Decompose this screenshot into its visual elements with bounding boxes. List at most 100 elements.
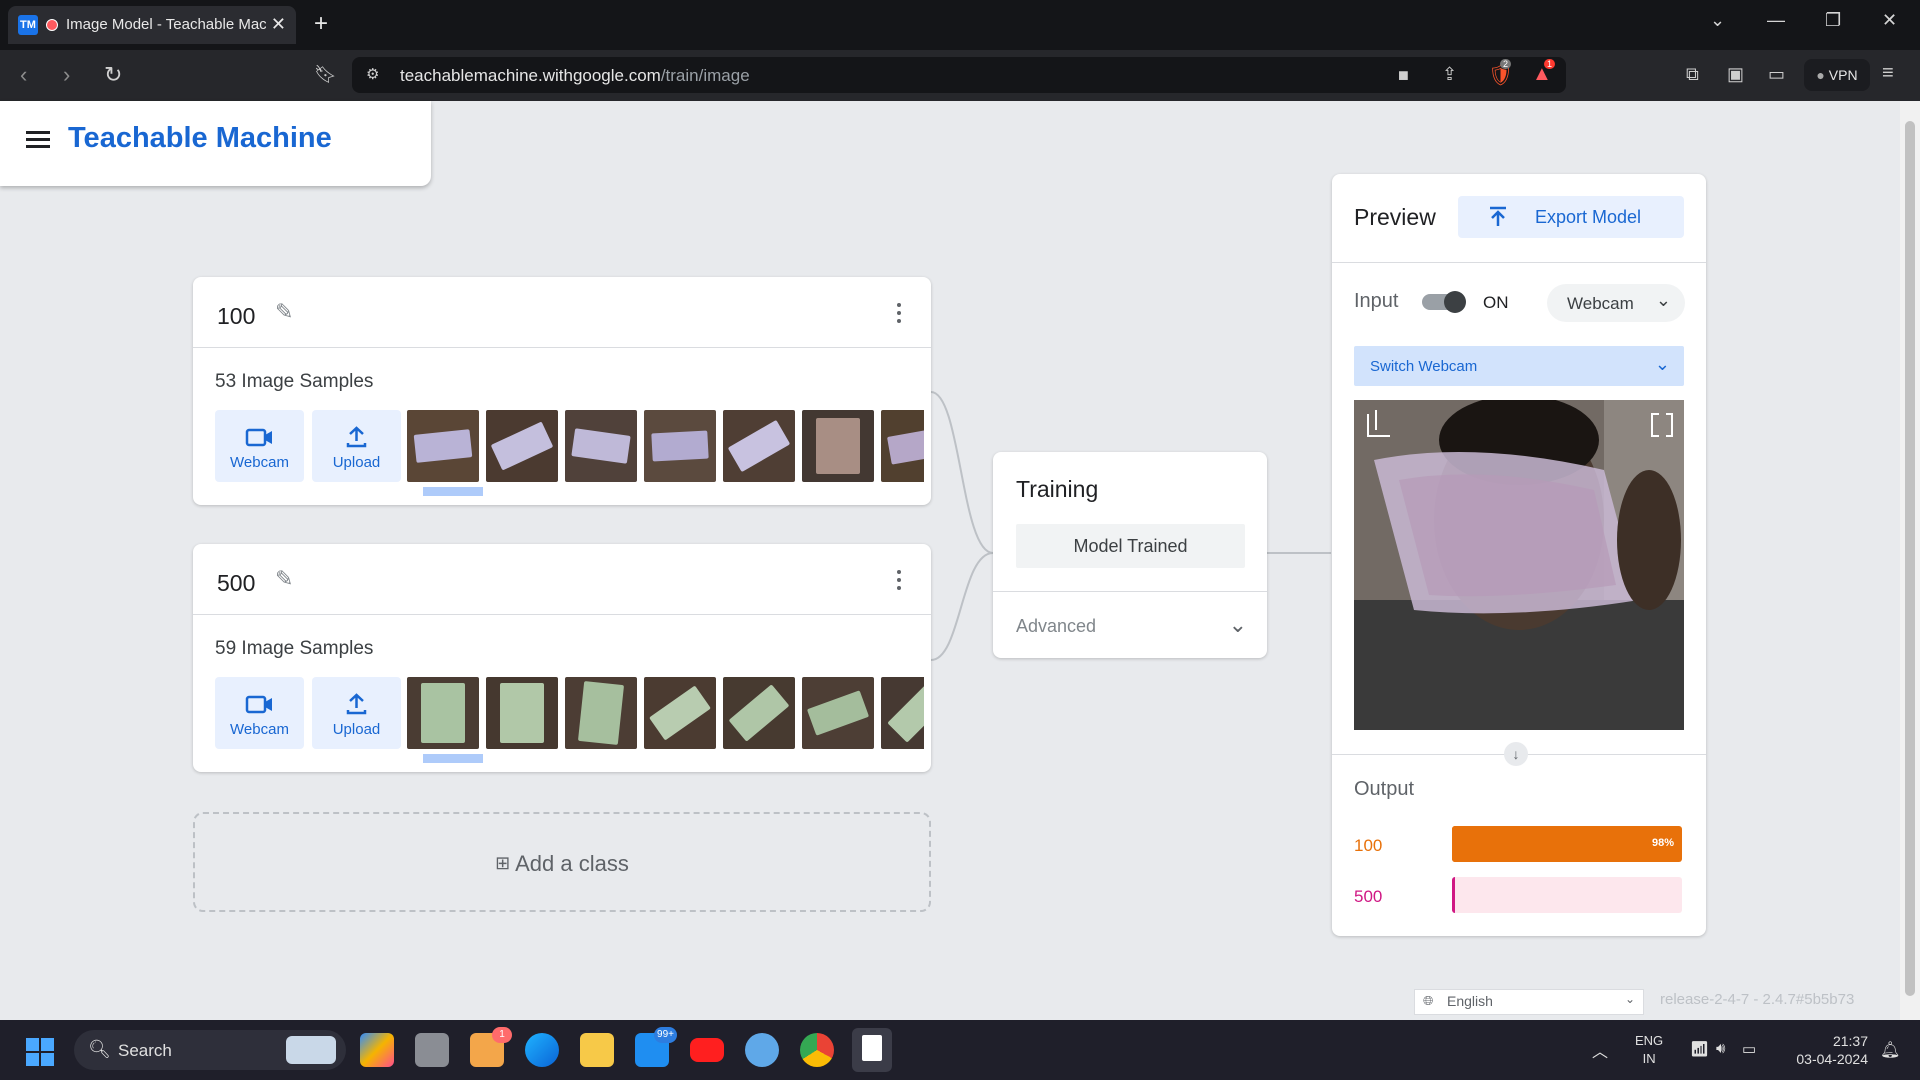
share-icon[interactable]: ⇪ (1442, 64, 1457, 85)
wallet-icon[interactable]: ▭ (1768, 64, 1785, 85)
thumbnail-scrollbar[interactable] (423, 754, 483, 763)
clock-date: 03-04-2024 (1796, 1051, 1868, 1067)
hamburger-menu-icon[interactable] (26, 131, 50, 149)
vpn-button[interactable]: ● VPN (1804, 59, 1870, 91)
sidebar-icon[interactable]: ▣ (1727, 64, 1744, 85)
task-view-icon[interactable] (415, 1033, 449, 1067)
tab-search-chevron-icon[interactable]: ⌄ (1710, 10, 1725, 31)
tray-overflow-icon[interactable]: ︿ (1592, 1038, 1608, 1062)
webcam-frame-image (1354, 400, 1684, 730)
sample-thumbnail[interactable] (881, 677, 924, 749)
chevron-down-icon[interactable]: ⌄ (1229, 612, 1247, 638)
video-camera-icon (245, 428, 272, 447)
edge-icon[interactable] (525, 1033, 559, 1067)
lang-line1: ENG (1635, 1033, 1664, 1048)
class-card: 500 ✎ 59 Image Samples Webcam Upload (193, 544, 931, 772)
recording-indicator-icon (46, 19, 58, 31)
sample-thumbnail[interactable] (486, 677, 558, 749)
taskbar-search[interactable]: 🔍︎ Search (74, 1030, 346, 1070)
bookmark-icon[interactable]: 🔖︎ (314, 64, 337, 85)
training-panel: Training Model Trained Advanced ⌄ (993, 452, 1267, 658)
sample-thumbnail[interactable] (486, 410, 558, 482)
browser-tab[interactable]: TM Image Model - Teachable Machine ✕ (8, 6, 296, 44)
sample-thumbnail[interactable] (407, 677, 479, 749)
brave-rewards-icon[interactable]: ▲ 1 (1532, 59, 1556, 86)
widgets-icon[interactable]: 1 (470, 1027, 512, 1067)
switch-webcam-label: Switch Webcam (1370, 358, 1478, 375)
add-class-button[interactable]: ⊞ Add a class (193, 812, 931, 912)
camera-icon[interactable]: ■ (1398, 65, 1409, 86)
input-toggle[interactable] (1422, 291, 1466, 313)
class-card-header: 100 ✎ (193, 277, 931, 348)
sample-thumbnail[interactable] (644, 677, 716, 749)
window-close-icon[interactable]: ✕ (1882, 10, 1897, 31)
sample-thumbnail[interactable] (644, 410, 716, 482)
edit-pencil-icon[interactable]: ✎ (275, 299, 293, 325)
chrome-icon[interactable] (800, 1033, 834, 1067)
sample-thumbnail[interactable] (802, 677, 874, 749)
model-trained-button[interactable]: Model Trained (1016, 524, 1245, 568)
file-explorer-icon[interactable] (580, 1033, 614, 1067)
advanced-toggle[interactable]: Advanced (1016, 616, 1096, 637)
export-model-label: Export Model (1535, 207, 1642, 227)
arrow-down-icon[interactable]: ↓ (1504, 742, 1528, 766)
edit-pencil-icon[interactable]: ✎ (275, 566, 293, 592)
back-icon[interactable]: ‹ (20, 62, 27, 88)
brave-shield-icon[interactable]: 🛡︎ 2 (1488, 59, 1513, 88)
confidence-fill (1452, 826, 1678, 862)
extensions-icon[interactable]: ⧉ (1686, 64, 1699, 85)
tab-title: Image Model - Teachable Machine (66, 16, 266, 33)
class-options-icon[interactable] (897, 303, 901, 327)
new-tab-icon[interactable]: + (314, 10, 328, 38)
sample-thumbnail[interactable] (723, 677, 795, 749)
class-options-icon[interactable] (897, 570, 901, 594)
sample-thumbnail[interactable] (723, 410, 795, 482)
sample-thumbnail[interactable] (407, 410, 479, 482)
reload-icon[interactable]: ↻ (104, 62, 122, 88)
url-text[interactable]: teachablemachine.withgoogle.com/train/im… (400, 66, 750, 86)
volume-icon[interactable]: 🔊︎ (1716, 1040, 1725, 1057)
sample-thumbnail[interactable] (565, 677, 637, 749)
active-app-button[interactable] (852, 1028, 892, 1072)
browser-toolbar: ‹ › ↻ 🔖︎ ⚙︎ teachablemachine.withgoogle.… (0, 50, 1920, 101)
menu-icon[interactable]: ≡ (1882, 62, 1894, 85)
minimize-icon[interactable]: — (1767, 10, 1785, 31)
sample-thumbnail[interactable] (802, 410, 874, 482)
app-title[interactable]: Teachable Machine (68, 122, 332, 155)
site-settings-icon[interactable]: ⚙︎ (366, 65, 379, 83)
restore-icon[interactable]: ❐ (1825, 10, 1841, 31)
scrollbar-thumb[interactable] (1905, 121, 1915, 996)
youtube-icon[interactable] (690, 1038, 724, 1062)
battery-icon[interactable]: ▭ (1742, 1040, 1756, 1058)
app-header: Teachable Machine (0, 101, 431, 186)
wifi-icon[interactable]: 📶︎ (1690, 1040, 1709, 1058)
tab-close-icon[interactable]: ✕ (271, 14, 286, 35)
sample-thumbnails[interactable] (407, 677, 924, 749)
mail-icon[interactable]: 99+ (635, 1027, 677, 1067)
copilot-icon[interactable] (360, 1033, 394, 1067)
webcam-button[interactable]: Webcam (215, 677, 304, 749)
sample-thumbnail[interactable] (881, 410, 924, 482)
input-language-indicator[interactable]: ENG IN (1635, 1032, 1663, 1068)
sample-thumbnail[interactable] (565, 410, 637, 482)
export-model-button[interactable]: Export Model (1458, 196, 1684, 238)
class-name[interactable]: 500 (217, 570, 255, 597)
class-name[interactable]: 100 (217, 303, 255, 330)
input-source-select[interactable]: Webcam ⌄ (1547, 284, 1685, 322)
upload-button[interactable]: Upload (312, 410, 401, 482)
search-label: Search (118, 1041, 172, 1060)
webcam-button[interactable]: Webcam (215, 410, 304, 482)
notification-bell-icon[interactable]: 🔔︎ (1880, 1040, 1900, 1060)
address-bar[interactable]: ⚙︎ teachablemachine.withgoogle.com/train… (352, 57, 1566, 93)
paint-icon[interactable] (745, 1033, 779, 1067)
add-class-content: ⊞ Add a class (195, 851, 929, 877)
taskbar-clock[interactable]: 21:37 03-04-2024 (1788, 1032, 1868, 1068)
thumbnail-scrollbar[interactable] (423, 487, 483, 496)
switch-webcam-select[interactable]: Switch Webcam ⌄ (1354, 346, 1684, 386)
forward-icon[interactable]: › (63, 62, 70, 88)
page-scrollbar[interactable] (1900, 101, 1920, 1020)
language-select[interactable]: 🌐︎ English ⌄ (1414, 989, 1644, 1015)
windows-start-icon[interactable] (26, 1038, 54, 1066)
upload-button[interactable]: Upload (312, 677, 401, 749)
sample-thumbnails[interactable] (407, 410, 924, 482)
